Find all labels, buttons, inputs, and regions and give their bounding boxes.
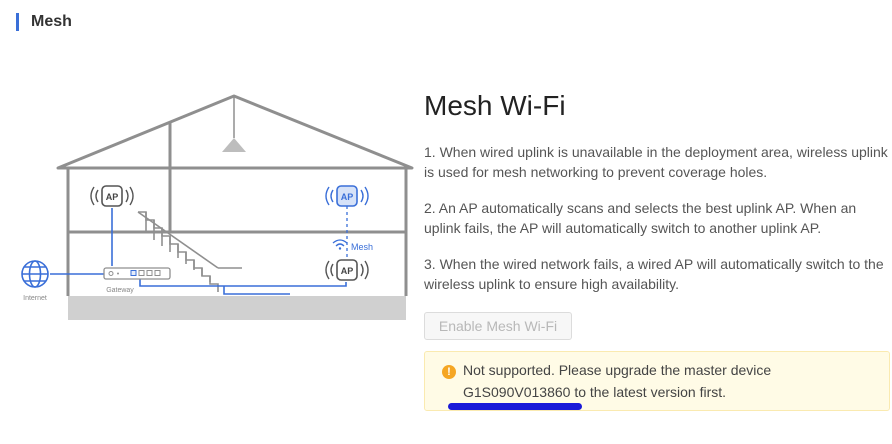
floor-slab	[68, 296, 406, 320]
svg-text:AP: AP	[341, 266, 354, 276]
wired-links	[50, 208, 347, 295]
section-title: Mesh	[31, 13, 72, 30]
mesh-diagram: Internet Gateway AP AP Mesh AP	[0, 80, 420, 340]
page-title: Mesh Wi-Fi	[424, 90, 566, 121]
svg-text:AP: AP	[341, 192, 354, 202]
description-item: 1. When wired uplink is unavailable in t…	[424, 144, 888, 180]
wifi-icon	[332, 239, 348, 247]
annotation-underline	[448, 403, 582, 410]
enable-mesh-button[interactable]: Enable Mesh Wi-Fi	[424, 312, 572, 340]
description-item: 2. An AP automatically scans and selects…	[424, 200, 857, 236]
mesh-label: Mesh	[351, 242, 373, 252]
ap-icon-mesh: AP	[325, 185, 369, 207]
warning-text-device: G1S090V013860 to the latest version firs…	[463, 384, 727, 400]
warning-text: Not supported. Please upgrade the master…	[463, 362, 772, 378]
house-illustration: Internet Gateway AP AP Mesh AP	[21, 94, 414, 320]
description-panel: Mesh Wi-Fi 1. When wired uplink is unava…	[424, 88, 892, 310]
gateway-label: Gateway	[106, 287, 134, 294]
warning-icon: !	[442, 365, 456, 379]
description-item: 3. When the wired network fails, a wired…	[424, 256, 884, 292]
warning-alert: ! Not supported. Please upgrade the mast…	[424, 351, 890, 411]
svg-text:AP: AP	[106, 192, 119, 202]
section-header: Mesh	[16, 12, 72, 32]
internet-label: Internet	[23, 295, 47, 302]
wifi-dot	[338, 247, 342, 250]
ap-icon-lower-right: AP	[325, 259, 369, 281]
lamp-icon	[222, 138, 246, 152]
section-accent-bar	[16, 13, 19, 31]
gateway-led	[117, 272, 119, 275]
ap-icon-top-left: AP	[90, 185, 134, 207]
globe-icon	[21, 260, 49, 288]
staircase	[137, 211, 242, 292]
